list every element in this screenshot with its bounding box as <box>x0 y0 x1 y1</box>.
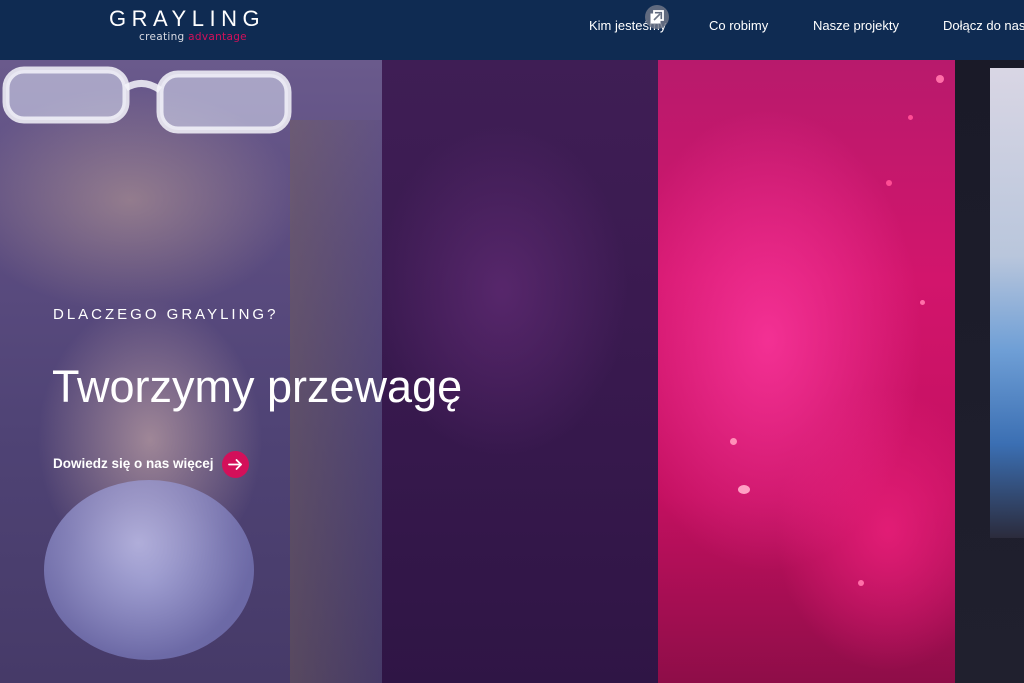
page: GRAYLING creating advantage Kim jesteśmy… <box>0 0 1024 683</box>
powder-particle <box>908 115 913 120</box>
powder-particle <box>858 580 864 586</box>
nav-item-nasze-projekty[interactable]: Nasze projekty <box>813 18 899 34</box>
powder-particle <box>886 180 892 186</box>
popout-icon-glyph <box>650 10 664 24</box>
hero-panel-partial-artwork <box>990 68 1024 538</box>
arrow-right-glyph <box>228 459 242 470</box>
nav-item-co-robimy[interactable]: Co robimy <box>709 18 768 34</box>
sunglasses-shape <box>2 66 292 134</box>
powder-particle <box>730 438 737 445</box>
powder-particle <box>936 75 944 83</box>
powder-particle <box>738 485 750 494</box>
nav-item-dolacz-do-nas[interactable]: Dołącz do nas <box>943 18 1024 34</box>
hero-panel-pink-powder <box>658 60 955 683</box>
arrow-right-icon[interactable] <box>222 451 249 478</box>
site-header: GRAYLING creating advantage Kim jesteśmy… <box>0 0 1024 60</box>
hero-headline: Tworzymy przewagę <box>52 361 463 412</box>
hero-eyebrow: DLACZEGO GRAYLING? <box>53 306 279 323</box>
learn-more-label: Dowiedz się o nas więcej <box>53 456 214 471</box>
powder-particle <box>920 300 925 305</box>
hero-section: DLACZEGO GRAYLING? Tworzymy przewagę Dow… <box>0 60 1024 683</box>
popout-icon[interactable] <box>645 5 669 29</box>
bubble-gum-shape <box>44 480 254 660</box>
main-nav: Kim jesteśmy Co robimy Nasze projekty Do… <box>0 0 1024 60</box>
